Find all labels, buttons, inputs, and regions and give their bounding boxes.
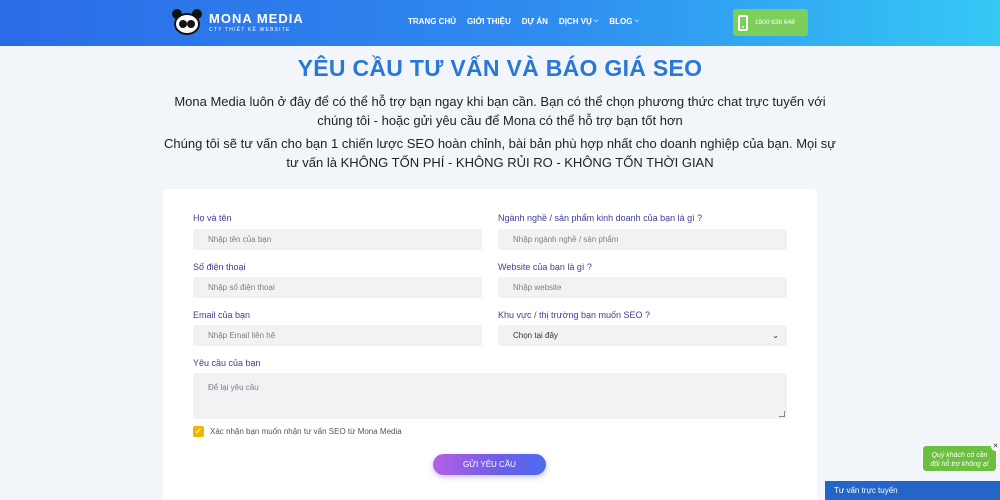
chevron-down-icon: ⌄ <box>772 331 779 340</box>
email-input[interactable]: Nhập Email liên hệ <box>193 325 482 346</box>
phone-label: Số điện thoại <box>193 262 246 272</box>
consent-checkbox[interactable]: ✓ <box>193 426 204 437</box>
nav-item-projects[interactable]: DỰ ÁN <box>522 17 548 26</box>
hotline-button[interactable]: 1900 636 648 <box>733 9 808 36</box>
hotline-number: 1900 636 648 <box>755 19 795 26</box>
intro-paragraph-2: Chúng tôi sẽ tư vấn cho bạn 1 chiến lược… <box>164 136 836 170</box>
request-label: Yêu cầu của bạn <box>193 358 261 368</box>
intro-paragraph-1: Mona Media luôn ở đây để có thể hỗ trợ b… <box>174 94 826 128</box>
chevron-down-icon: ⌵ <box>634 18 640 24</box>
site-logo[interactable]: MONA MEDIA CTY THIẾT KẾ WEBSITE <box>171 9 304 37</box>
industry-input[interactable]: Nhập ngành nghề / sản phẩm <box>498 229 787 250</box>
request-textarea[interactable]: Để lại yêu cầu <box>193 373 787 419</box>
page-title: YÊU CẦU TƯ VẤN VÀ BÁO GIÁ SEO <box>297 55 703 81</box>
submit-button[interactable]: GỬI YÊU CẦU <box>433 454 546 475</box>
nav-item-about[interactable]: GIỚI THIỆU <box>467 17 511 26</box>
chevron-down-icon: ⌵ <box>593 18 599 24</box>
phone-icon <box>738 14 748 31</box>
nav-item-home[interactable]: TRANG CHỦ <box>408 17 456 26</box>
consent-label: Xác nhận bạn muốn nhận tư vấn SEO từ Mon… <box>210 427 402 436</box>
name-input[interactable]: Nhập tên của bạn <box>193 229 482 250</box>
consent-row: ✓ Xác nhận bạn muốn nhận tư vấn SEO từ M… <box>193 426 402 437</box>
nav-item-blog[interactable]: BLOG ⌵ <box>609 17 639 26</box>
resize-handle-icon[interactable] <box>779 411 785 417</box>
phone-input[interactable]: Nhập số điện thoại <box>193 277 482 298</box>
email-label: Email của bạn <box>193 310 251 320</box>
site-header: MONA MEDIA CTY THIẾT KẾ WEBSITE TRANG CH… <box>0 0 1000 46</box>
request-placeholder: Để lại yêu cầu <box>208 383 259 392</box>
region-label: Khu vực / thị trường bạn muốn SEO ? <box>498 310 651 320</box>
logo-title: MONA MEDIA <box>209 11 304 26</box>
main-nav: TRANG CHỦ GIỚI THIỆU DỰ ÁN DỊCH VỤ ⌵ BLOG… <box>408 17 639 26</box>
close-icon[interactable]: ✕ <box>991 442 1000 451</box>
industry-label: Ngành nghề / sản phẩm kinh doanh của bạn… <box>498 213 703 223</box>
name-label: Họ và tên <box>193 213 232 223</box>
nav-item-services[interactable]: DỊCH VỤ ⌵ <box>559 17 598 26</box>
website-label: Website của bạn là gì ? <box>498 262 592 272</box>
region-select[interactable]: Chọn tại đây ⌄ <box>498 325 787 346</box>
panda-logo-icon <box>171 9 203 37</box>
live-chat-bar[interactable]: Tư vấn trực tuyến <box>825 481 1000 500</box>
chat-prompt-bubble[interactable]: Quý khách có cần đội hỗ trợ không ạ! <box>922 445 997 472</box>
website-input[interactable]: Nhập website <box>498 277 787 298</box>
region-select-value: Chọn tại đây <box>513 331 558 340</box>
logo-subtitle: CTY THIẾT KẾ WEBSITE <box>209 27 291 33</box>
